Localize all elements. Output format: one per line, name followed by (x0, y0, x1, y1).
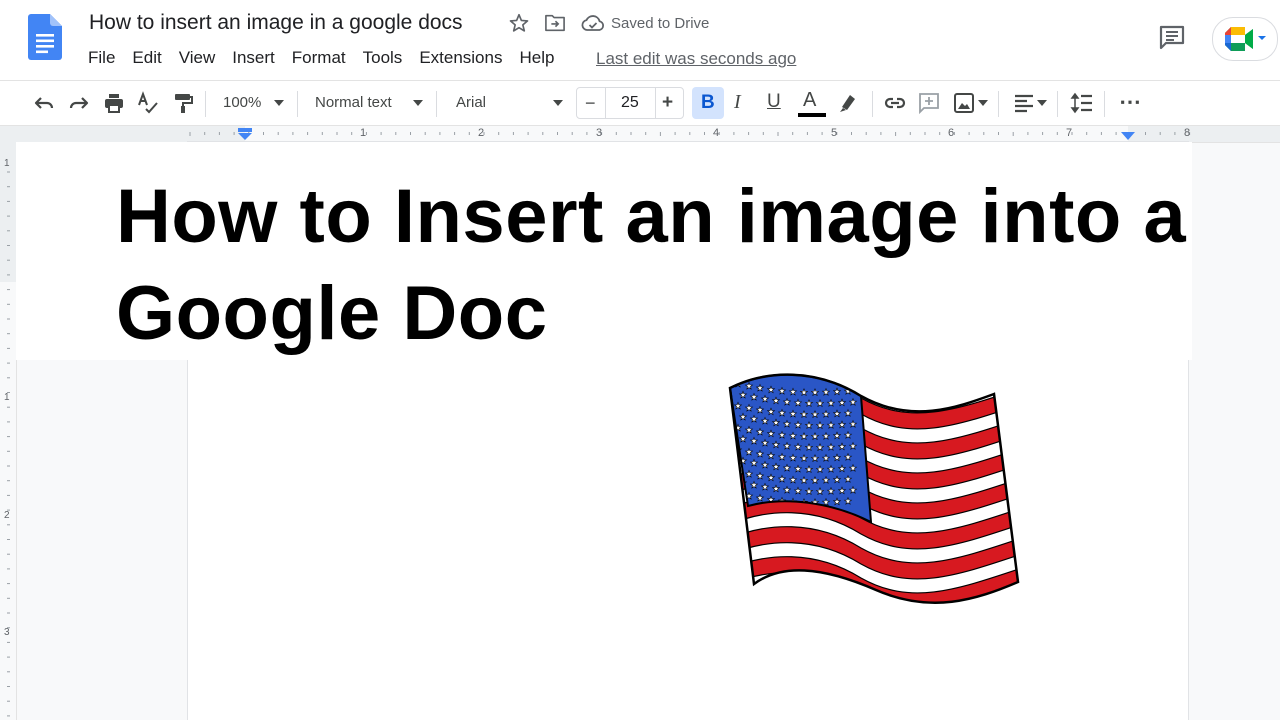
menu-format[interactable]: Format (292, 48, 346, 70)
link-icon[interactable] (883, 91, 907, 115)
right-indent-marker[interactable] (1120, 132, 1136, 142)
align-left-icon[interactable] (1012, 91, 1036, 115)
add-comment-icon[interactable] (917, 91, 941, 115)
flag-star (733, 489, 743, 498)
ruler-number: 2 (4, 510, 10, 521)
chevron-down-icon (1258, 36, 1266, 40)
menu-bar: File Edit View Insert Format Tools Exten… (88, 48, 571, 70)
meet-button[interactable] (1212, 17, 1278, 61)
more-options-button[interactable]: ⋯ (1119, 89, 1141, 115)
star-icon[interactable] (508, 12, 530, 34)
text-color-label: A (803, 89, 817, 111)
zoom-select[interactable]: 100% (223, 94, 261, 111)
highlight-icon[interactable] (836, 91, 860, 115)
toolbar-divider (1057, 91, 1058, 117)
toolbar: 100% Normal text Arial − 25 + B I U A ⋯ (0, 80, 1280, 126)
ruler-ticks (0, 126, 1280, 142)
ruler-number: 1 (4, 158, 10, 169)
menu-tools[interactable]: Tools (363, 48, 403, 70)
chevron-down-icon[interactable] (978, 100, 988, 106)
toolbar-divider (436, 91, 437, 117)
vertical-ruler[interactable]: 1 1 2 3 (0, 142, 17, 720)
paragraph-style-select[interactable]: Normal text (315, 94, 392, 111)
bold-button[interactable]: B (692, 87, 724, 119)
ruler-number: 1 (4, 392, 10, 403)
toolbar-divider (297, 91, 298, 117)
font-select[interactable]: Arial (456, 94, 486, 111)
header-bar: How to insert an image in a google docs … (0, 0, 1280, 80)
toolbar-divider (872, 91, 873, 117)
menu-view[interactable]: View (179, 48, 216, 70)
paint-format-icon[interactable] (171, 91, 195, 115)
chevron-down-icon[interactable] (553, 100, 563, 106)
menu-help[interactable]: Help (519, 48, 554, 70)
italic-button[interactable]: I (734, 91, 741, 114)
chevron-down-icon[interactable] (413, 100, 423, 106)
ruler-number: 4 (713, 127, 720, 139)
line-spacing-icon[interactable] (1070, 91, 1094, 115)
underline-button[interactable]: U (767, 91, 781, 113)
toolbar-divider (205, 91, 206, 117)
decrease-font-size-button[interactable]: − (585, 93, 596, 114)
docs-logo-icon[interactable] (28, 14, 62, 60)
bold-label: B (701, 92, 715, 113)
ruler-number: 7 (1066, 127, 1073, 139)
last-edit-link[interactable]: Last edit was seconds ago (596, 49, 796, 69)
american-flag-image[interactable] (726, 368, 1022, 614)
spellcheck-icon[interactable] (136, 91, 160, 115)
save-status: Saved to Drive (611, 15, 710, 32)
ruler-number: 5 (831, 127, 838, 139)
ruler-number: 8 (1184, 127, 1191, 139)
menu-extensions[interactable]: Extensions (419, 48, 502, 70)
ruler-number: 3 (596, 127, 603, 139)
cloud-done-icon[interactable] (581, 14, 605, 32)
redo-icon[interactable] (67, 91, 91, 115)
stepper-divider (605, 88, 606, 118)
move-to-folder-icon[interactable] (544, 13, 566, 33)
horizontal-ruler[interactable]: 1 2 3 4 5 6 7 8 (0, 126, 1280, 143)
menu-insert[interactable]: Insert (232, 48, 275, 70)
ruler-number: 3 (4, 627, 10, 638)
menu-file[interactable]: File (88, 48, 115, 70)
meet-icon (1225, 27, 1253, 51)
text-color-swatch (798, 113, 826, 117)
menu-edit[interactable]: Edit (132, 48, 161, 70)
left-indent-marker[interactable] (237, 128, 253, 140)
ruler-number: 1 (360, 127, 367, 139)
print-icon[interactable] (102, 91, 126, 115)
insert-image-icon[interactable] (952, 91, 976, 115)
font-size-stepper: − 25 + (576, 87, 684, 119)
stepper-divider (655, 88, 656, 118)
font-size-input[interactable]: 25 (621, 94, 639, 112)
toolbar-divider (998, 91, 999, 117)
undo-icon[interactable] (32, 91, 56, 115)
document-heading[interactable]: How to Insert an image into a Google Doc (116, 168, 1196, 362)
comment-icon[interactable] (1158, 24, 1186, 50)
increase-font-size-button[interactable]: + (662, 92, 673, 114)
chevron-down-icon[interactable] (1037, 100, 1047, 106)
document-title[interactable]: How to insert an image in a google docs (89, 11, 463, 35)
text-color-button[interactable]: A (798, 89, 826, 119)
chevron-down-icon[interactable] (274, 100, 284, 106)
toolbar-divider (1104, 91, 1105, 117)
ruler-number: 6 (948, 127, 955, 139)
ruler-number: 2 (478, 127, 485, 139)
